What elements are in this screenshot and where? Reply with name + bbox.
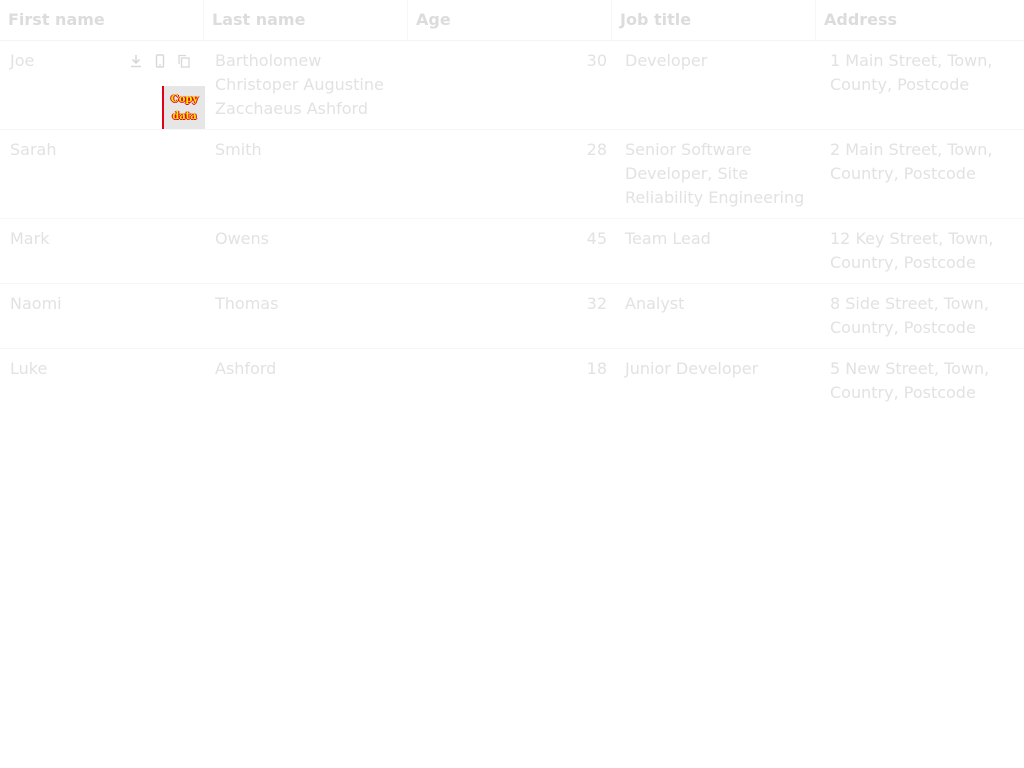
table-row[interactable]: Mark Owens 45 Team Lead 12 Key Street, T… [0, 219, 1024, 284]
table-row[interactable]: Joe Bartholomew Christoper Augustine Zac… [0, 41, 1024, 130]
table-row[interactable]: Luke Ashford 18 Junior Developer 5 New S… [0, 349, 1024, 414]
cell-last-name[interactable]: Owens [205, 219, 410, 283]
cell-job-title[interactable]: Developer [615, 41, 820, 129]
cell-text: Joe [10, 51, 35, 70]
cell-first-name[interactable]: Sarah [0, 130, 205, 218]
tooltip-line-2: data [172, 110, 197, 122]
column-header-address[interactable]: Address [816, 0, 1024, 40]
download-icon[interactable] [128, 53, 144, 69]
column-header-last-name[interactable]: Last name [204, 0, 408, 40]
mobile-icon[interactable] [152, 53, 168, 69]
column-header-job-title[interactable]: Job title [612, 0, 816, 40]
copy-icon[interactable] [176, 53, 192, 69]
cell-address[interactable]: 8 Side Street, Town, Country, Postcode [820, 284, 1024, 348]
table-row[interactable]: Sarah Smith 28 Senior Software Developer… [0, 130, 1024, 219]
cell-age[interactable]: 28 [410, 130, 615, 218]
cell-first-name[interactable]: Luke [0, 349, 205, 414]
cell-address[interactable]: 1 Main Street, Town, County, Postcode [820, 41, 1024, 129]
cell-age[interactable]: 18 [410, 349, 615, 414]
tooltip-line-1: Copy [170, 93, 199, 105]
cell-address[interactable]: 2 Main Street, Town, Country, Postcode [820, 130, 1024, 218]
cell-address[interactable]: 12 Key Street, Town, Country, Postcode [820, 219, 1024, 283]
cell-toolbar [128, 53, 192, 69]
cell-address[interactable]: 5 New Street, Town, Country, Postcode [820, 349, 1024, 414]
column-header-first-name[interactable]: First name [0, 0, 204, 40]
column-header-age[interactable]: Age [408, 0, 612, 40]
grid-header: First name Last name Age Job title Addre… [0, 0, 1024, 41]
cell-job-title[interactable]: Junior Developer [615, 349, 820, 414]
cell-first-name[interactable]: Naomi [0, 284, 205, 348]
cell-age[interactable]: 30 [410, 41, 615, 129]
cell-last-name[interactable]: Thomas [205, 284, 410, 348]
cell-last-name[interactable]: Ashford [205, 349, 410, 414]
cell-age[interactable]: 32 [410, 284, 615, 348]
cell-job-title[interactable]: Team Lead [615, 219, 820, 283]
table-row[interactable]: Naomi Thomas 32 Analyst 8 Side Street, T… [0, 284, 1024, 349]
cell-job-title[interactable]: Senior Software Developer, Site Reliabil… [615, 130, 820, 218]
cell-job-title[interactable]: Analyst [615, 284, 820, 348]
cell-last-name[interactable]: Smith [205, 130, 410, 218]
cell-first-name[interactable]: Mark [0, 219, 205, 283]
cell-age[interactable]: 45 [410, 219, 615, 283]
copy-data-tooltip: Copy data [162, 86, 205, 129]
cell-last-name[interactable]: Bartholomew Christoper Augustine Zacchae… [205, 41, 410, 129]
data-grid: First name Last name Age Job title Addre… [0, 0, 1024, 414]
